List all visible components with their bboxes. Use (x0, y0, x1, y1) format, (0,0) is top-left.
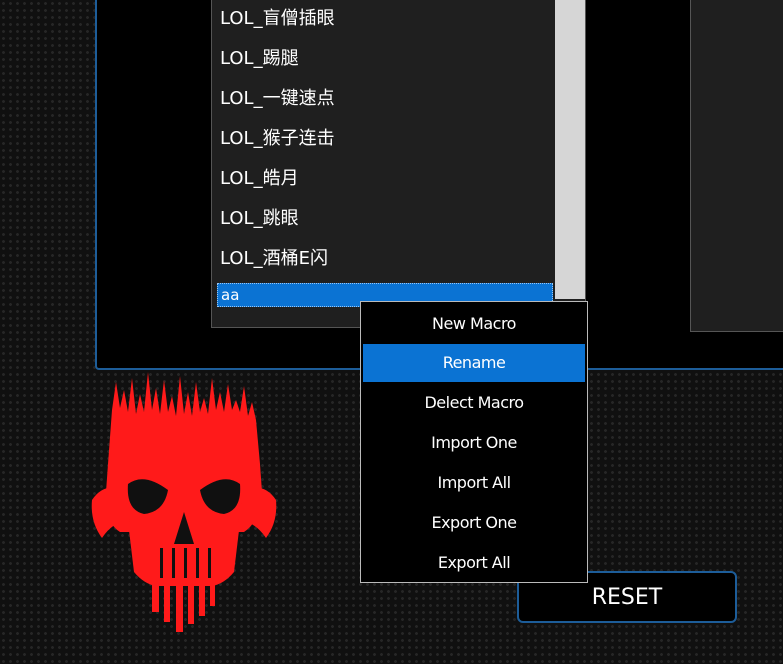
macro-list-item[interactable]: LOL_皓月 (217, 163, 553, 195)
menu-item-import-all[interactable]: Import All (363, 464, 585, 502)
context-menu: New Macro Rename Delect Macro Import One… (360, 301, 588, 583)
macro-list-item[interactable]: LOL_酒桶E闪 (217, 243, 553, 275)
macro-editor-panel (690, 0, 783, 332)
list-scrollbar[interactable] (555, 0, 585, 299)
macro-list-item[interactable]: LOL_跳眼 (217, 203, 553, 235)
macro-list-item[interactable]: LOL_猴子连击 (217, 123, 553, 155)
menu-item-new-macro[interactable]: New Macro (363, 305, 585, 343)
macro-list-item[interactable]: LOL_一键速点 (217, 83, 553, 115)
macro-list-item[interactable]: LOL_盲僧插眼 (217, 3, 553, 35)
macro-list-item[interactable]: LOL_踢腿 (217, 43, 553, 75)
menu-item-import-one[interactable]: Import One (363, 424, 585, 462)
macro-list[interactable]: LOL_盲僧插眼 LOL_踢腿 LOL_一键速点 LOL_猴子连击 LOL_皓月… (211, 0, 586, 328)
menu-item-export-one[interactable]: Export One (363, 504, 585, 542)
menu-item-export-all[interactable]: Export All (363, 544, 585, 582)
menu-item-delect-macro[interactable]: Delect Macro (363, 384, 585, 422)
red-skull-logo (91, 372, 277, 632)
menu-item-rename[interactable]: Rename (363, 344, 585, 382)
